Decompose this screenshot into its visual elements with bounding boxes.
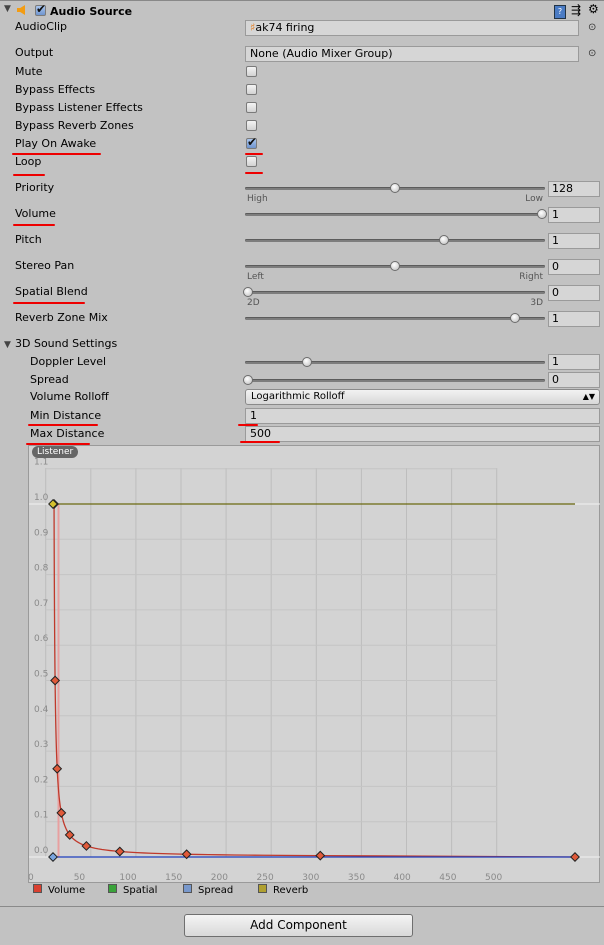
x-tick-label: 150 <box>165 873 182 883</box>
legend-item-volume[interactable]: Volume <box>33 884 85 897</box>
y-tick-label: 0.2 <box>34 775 48 785</box>
y-tick-label: 0.7 <box>34 599 48 609</box>
y-tick-label: 0.8 <box>34 564 49 574</box>
legend-item-reverb[interactable]: Reverb <box>258 884 308 897</box>
rolloff-graph[interactable]: 0.0 0.1 0.2 0.3 0.4 0.5 0.6 0.7 0.8 0.9 1.0 1.1 0 50 1… <box>0 0 604 945</box>
x-tick-label: 500 <box>485 873 502 883</box>
x-tick-label: 250 <box>257 873 274 883</box>
legend-item-spread[interactable]: Spread <box>183 884 233 897</box>
y-tick-label: 0.0 <box>34 846 49 856</box>
y-tick-label: 0.4 <box>34 705 49 715</box>
listener-badge: Listener <box>32 446 79 458</box>
x-tick-label: 200 <box>211 873 228 883</box>
y-tick-label: 0.9 <box>34 528 49 538</box>
y-tick-label: 0.1 <box>34 811 48 821</box>
y-tick-label: 0.6 <box>34 634 49 644</box>
legend-swatch <box>108 884 117 893</box>
legend-swatch <box>183 884 192 893</box>
add-component-button[interactable]: Add Component <box>184 914 413 937</box>
separator <box>0 906 604 907</box>
legend-swatch <box>33 884 42 893</box>
x-tick-label: 50 <box>74 873 86 883</box>
legend-item-spatial[interactable]: Spatial <box>108 884 157 897</box>
x-tick-label: 350 <box>348 873 365 883</box>
legend-swatch <box>258 884 267 893</box>
x-tick-label: 100 <box>119 873 136 883</box>
x-tick-label: 450 <box>439 873 456 883</box>
graph-background <box>28 445 600 883</box>
y-tick-label: 1.0 <box>34 493 49 503</box>
x-tick-label: 300 <box>302 873 319 883</box>
x-tick-label: 400 <box>394 873 411 883</box>
x-tick-label: 0 <box>28 873 34 883</box>
y-tick-label: 0.5 <box>34 670 48 680</box>
y-tick-label: 1.1 <box>34 458 48 468</box>
y-tick-label: 0.3 <box>34 740 48 750</box>
